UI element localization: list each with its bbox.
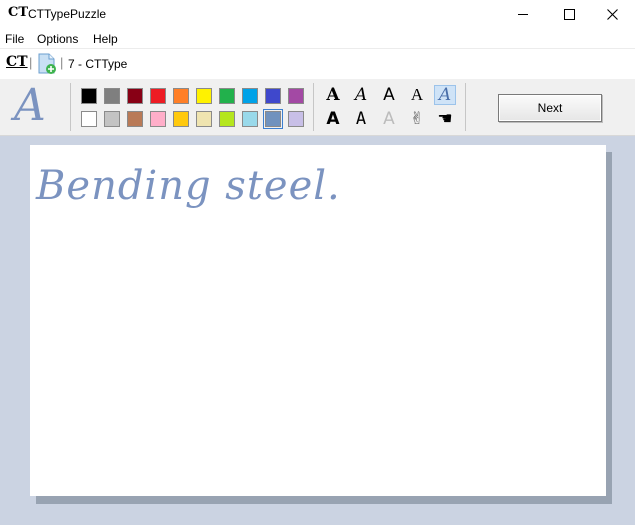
toolbar-divider	[70, 83, 71, 131]
font-style-button[interactable]: ☚	[434, 109, 456, 129]
home-logo-icon[interactable]: CT	[6, 54, 28, 70]
color-swatch[interactable]	[242, 88, 258, 104]
window-title: CTTypePuzzle	[28, 7, 107, 21]
toolbar-divider	[465, 83, 466, 131]
color-swatch[interactable]	[196, 111, 212, 127]
puzzle-text[interactable]: Bending steel.	[36, 163, 341, 209]
color-swatch[interactable]	[173, 111, 189, 127]
color-swatch[interactable]	[242, 111, 258, 127]
close-icon	[606, 9, 618, 20]
app-logo-icon: CT	[8, 5, 29, 20]
font-style-button[interactable]: ✌	[406, 109, 428, 129]
font-style-button[interactable]: A	[434, 85, 456, 105]
document-icon[interactable]	[37, 53, 57, 75]
breadcrumb: CT | | 7 - CTType	[0, 48, 635, 80]
font-style-button[interactable]: A	[406, 85, 428, 105]
minimize-icon	[518, 14, 528, 15]
color-swatch[interactable]	[81, 88, 97, 104]
breadcrumb-separator: |	[29, 55, 33, 70]
font-style-button[interactable]: A	[378, 109, 400, 129]
color-swatch[interactable]	[196, 88, 212, 104]
next-button[interactable]: Next	[498, 94, 602, 122]
menu-bar: File Options Help	[0, 29, 635, 48]
font-style-button[interactable]: A	[322, 109, 344, 129]
color-swatch[interactable]	[127, 88, 143, 104]
font-style-button[interactable]: A	[350, 85, 372, 105]
breadcrumb-separator: |	[60, 55, 64, 70]
font-style-button[interactable]: A	[378, 85, 400, 105]
color-swatch[interactable]	[104, 88, 120, 104]
title-bar: CT CTTypePuzzle	[0, 0, 635, 29]
font-preview-icon: A	[14, 80, 46, 131]
color-swatch[interactable]	[173, 88, 189, 104]
font-style-button[interactable]: A	[322, 85, 344, 105]
color-swatch[interactable]	[150, 88, 166, 104]
color-swatch[interactable]	[127, 111, 143, 127]
font-style-button[interactable]: A	[350, 109, 372, 129]
document-label: 7 - CTType	[68, 57, 128, 71]
toolbar-divider	[313, 83, 314, 131]
color-swatch[interactable]	[104, 111, 120, 127]
color-swatch[interactable]	[263, 109, 283, 129]
close-button[interactable]	[589, 0, 635, 29]
menu-file[interactable]: File	[5, 32, 24, 46]
color-swatch[interactable]	[81, 111, 97, 127]
maximize-icon	[563, 9, 575, 20]
menu-help[interactable]: Help	[93, 32, 118, 46]
color-swatch[interactable]	[288, 88, 304, 104]
color-swatch[interactable]	[219, 88, 235, 104]
color-swatch[interactable]	[219, 111, 235, 127]
color-swatch[interactable]	[265, 88, 281, 104]
color-swatch[interactable]	[150, 111, 166, 127]
minimize-button[interactable]	[500, 0, 546, 29]
maximize-button[interactable]	[546, 0, 592, 29]
color-swatch[interactable]	[288, 111, 304, 127]
menu-options[interactable]: Options	[37, 32, 78, 46]
